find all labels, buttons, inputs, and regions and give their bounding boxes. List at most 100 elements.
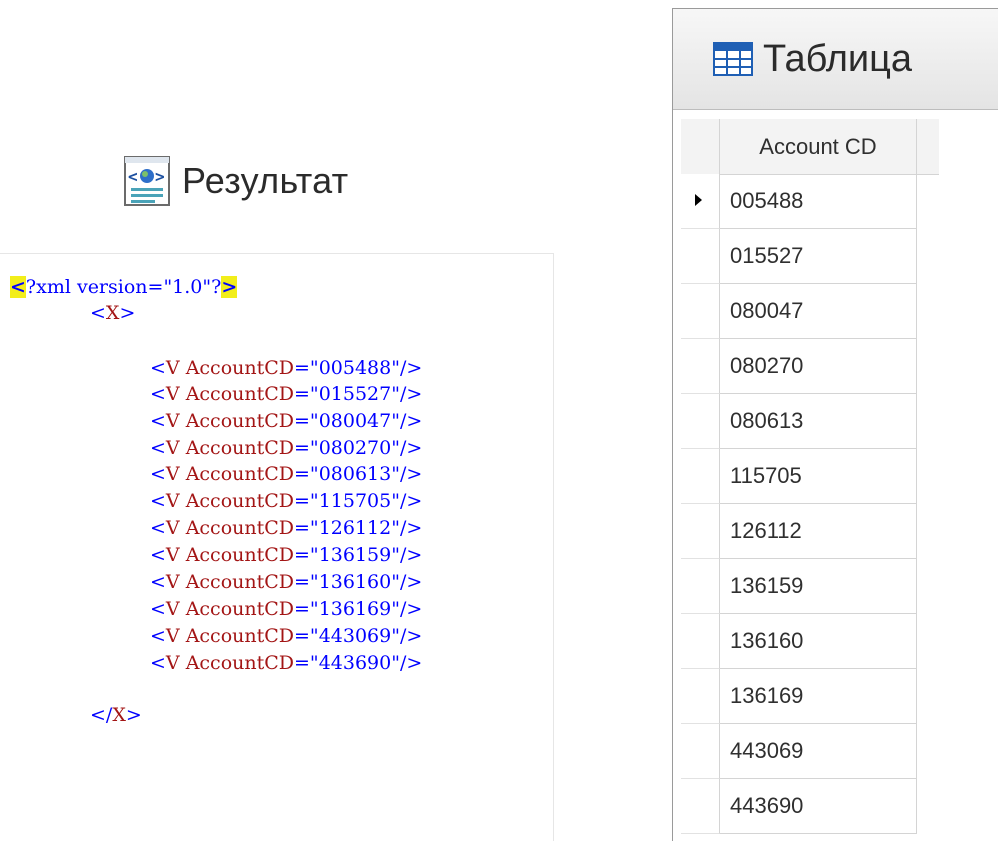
- xml-equals: =": [294, 437, 319, 459]
- table-title: Таблица: [763, 37, 912, 80]
- xml-line: <V AccountCD="136159"/>: [150, 543, 422, 567]
- xml-equals: =": [294, 463, 319, 485]
- xml-line: <V AccountCD="005488"/>: [150, 356, 422, 380]
- account-cd-cell[interactable]: 126112: [720, 504, 917, 559]
- row-selector[interactable]: [681, 229, 720, 284]
- xml-line: <V AccountCD="115705"/>: [150, 489, 422, 513]
- xml-line: <V AccountCD="080613"/>: [150, 462, 422, 486]
- xml-bracket: <: [150, 437, 166, 459]
- row-selector[interactable]: [681, 724, 720, 779]
- account-cd-cell[interactable]: 136159: [720, 559, 917, 614]
- row-selector[interactable]: [681, 394, 720, 449]
- xml-bracket: />: [399, 383, 423, 405]
- xml-equals: =": [294, 517, 319, 539]
- row-selector[interactable]: [681, 504, 720, 559]
- svg-text:>: >: [155, 167, 165, 186]
- xml-tag-name: V: [165, 463, 186, 485]
- account-cd-cell[interactable]: 080270: [720, 339, 917, 394]
- xml-bracket: />: [399, 517, 423, 539]
- column-header-account-cd[interactable]: Account CD: [720, 119, 917, 175]
- xml-tag-name: V: [165, 383, 186, 405]
- xml-tag-name: V: [165, 652, 186, 674]
- xml-bracket: />: [399, 598, 423, 620]
- xml-decl-open: <: [10, 276, 26, 298]
- account-cd-cell[interactable]: 443690: [720, 779, 917, 834]
- xml-quote: ": [391, 383, 400, 405]
- xml-bracket: />: [399, 463, 423, 485]
- xml-attribute-value: 136160: [318, 571, 392, 593]
- row-selector[interactable]: [681, 779, 720, 834]
- xml-quote: ": [391, 598, 400, 620]
- xml-equals: =": [294, 357, 319, 379]
- xml-line: <V AccountCD="443690"/>: [150, 651, 422, 675]
- header-filler: [917, 119, 939, 175]
- xml-tag-name: V: [165, 625, 186, 647]
- row-selector-header[interactable]: [681, 119, 720, 175]
- xml-tag-name: V: [165, 437, 186, 459]
- account-cd-cell[interactable]: 005488: [720, 174, 917, 229]
- row-selector[interactable]: [681, 339, 720, 394]
- account-cd-cell[interactable]: 080047: [720, 284, 917, 339]
- svg-text:<: <: [128, 167, 138, 186]
- xml-tag-name: V: [165, 490, 186, 512]
- row-selector[interactable]: [681, 284, 720, 339]
- account-cd-cell[interactable]: 136169: [720, 669, 917, 724]
- xml-attribute-name: AccountCD: [185, 544, 295, 566]
- xml-tag-name: V: [165, 357, 186, 379]
- xml-attribute-value: 126112: [318, 517, 392, 539]
- row-selector[interactable]: [681, 669, 720, 724]
- xml-equals: =": [294, 410, 319, 432]
- xml-bracket: />: [399, 625, 423, 647]
- xml-quote: ": [391, 652, 400, 674]
- xml-line: <V AccountCD="080270"/>: [150, 436, 422, 460]
- xml-equals: =": [294, 625, 319, 647]
- xml-bracket: <: [150, 571, 166, 593]
- account-cd-cell[interactable]: 015527: [720, 229, 917, 284]
- xml-attribute-name: AccountCD: [185, 383, 295, 405]
- xml-attribute-value: 005488: [318, 357, 392, 379]
- xml-line: <V AccountCD="126112"/>: [150, 516, 422, 540]
- xml-bracket: />: [399, 437, 423, 459]
- xml-result-view[interactable]: <?xml version="1.0"?> <X> <V AccountCD="00…: [0, 253, 554, 841]
- xml-line: <V AccountCD="443069"/>: [150, 624, 422, 648]
- account-cd-cell[interactable]: 115705: [720, 449, 917, 504]
- xml-equals: =": [294, 490, 319, 512]
- xml-bracket: <: [150, 517, 166, 539]
- xml-document-icon: < >: [122, 155, 174, 207]
- xml-line: <X>: [90, 301, 135, 325]
- xml-equals: =": [294, 544, 319, 566]
- xml-tag-name: V: [165, 544, 186, 566]
- xml-tag-name: V: [165, 571, 186, 593]
- xml-tag-name: V: [165, 598, 186, 620]
- xml-tag-name: X: [112, 704, 126, 726]
- xml-quote: ": [391, 463, 400, 485]
- xml-bracket: <: [150, 544, 166, 566]
- xml-attribute-value: 443069: [318, 625, 392, 647]
- xml-equals: =": [294, 383, 319, 405]
- account-cd-cell[interactable]: 443069: [720, 724, 917, 779]
- row-selector[interactable]: [681, 174, 720, 229]
- xml-attribute-name: AccountCD: [185, 652, 295, 674]
- xml-bracket: <: [150, 357, 166, 379]
- account-cd-cell[interactable]: 136160: [720, 614, 917, 669]
- row-selector[interactable]: [681, 449, 720, 504]
- xml-bracket: <: [150, 625, 166, 647]
- xml-bracket: <: [150, 383, 166, 405]
- xml-equals: =": [294, 571, 319, 593]
- xml-attribute-name: AccountCD: [185, 357, 295, 379]
- row-selector[interactable]: [681, 614, 720, 669]
- xml-attribute-value: 015527: [318, 383, 392, 405]
- xml-bracket: >: [119, 302, 136, 324]
- xml-bracket: </: [90, 704, 113, 726]
- xml-decl-close: >: [221, 276, 238, 298]
- xml-attribute-value: 136159: [318, 544, 392, 566]
- xml-bracket: >: [125, 704, 142, 726]
- row-selector[interactable]: [681, 559, 720, 614]
- xml-declaration: ?xml version="1.0"?: [25, 276, 222, 298]
- xml-attribute-name: AccountCD: [185, 463, 295, 485]
- xml-bracket: />: [399, 490, 423, 512]
- xml-tag-name: V: [165, 410, 186, 432]
- xml-attribute-value: 115705: [318, 490, 392, 512]
- account-cd-cell[interactable]: 080613: [720, 394, 917, 449]
- xml-quote: ": [391, 625, 400, 647]
